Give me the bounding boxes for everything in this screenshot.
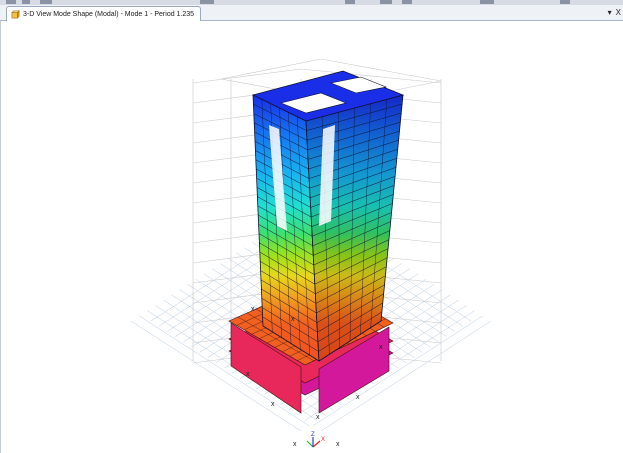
model-viewport[interactable]: x x x x x x x x x ZX: [0, 21, 623, 453]
window-controls: ▾ X: [608, 5, 621, 20]
support-marker: x: [251, 306, 255, 313]
support-marker: x: [379, 344, 383, 351]
z-axis-label: Z: [311, 432, 315, 438]
support-marker: x: [246, 371, 250, 378]
y-axis-line: [306, 440, 314, 448]
x-axis-label: X: [321, 437, 325, 443]
support-marker: x: [316, 414, 320, 421]
close-icon[interactable]: X: [616, 8, 621, 17]
deformed-tower: [251, 70, 405, 362]
axis-triad: ZX: [306, 432, 325, 448]
3d-view-icon: [11, 9, 20, 19]
support-marker: x: [356, 394, 360, 401]
support-marker: x: [271, 401, 275, 408]
support-marker: x: [293, 441, 297, 448]
tab-3d-view[interactable]: 3-D View Mode Shape (Modal) - Mode 1 - P…: [6, 6, 202, 21]
mode-shape-3d-model[interactable]: x x x x x x x x x ZX: [1, 21, 623, 453]
support-marker: x: [336, 441, 340, 448]
support-marker: x: [291, 316, 295, 323]
document-tab-bar: 3-D View Mode Shape (Modal) - Mode 1 - P…: [0, 5, 623, 21]
chevron-down-icon[interactable]: ▾: [608, 8, 612, 17]
x-axis-line: [312, 440, 321, 448]
tab-title: 3-D View Mode Shape (Modal) - Mode 1 - P…: [23, 10, 195, 18]
